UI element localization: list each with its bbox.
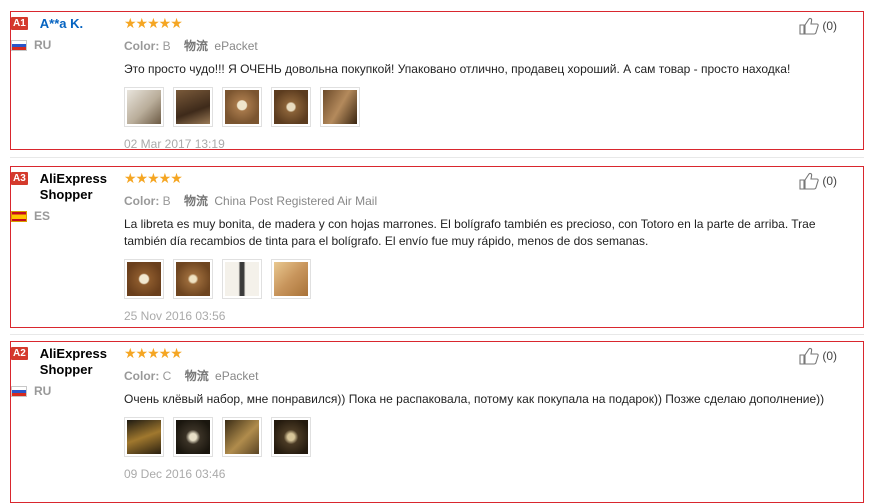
- helpful-count: (0): [822, 174, 837, 188]
- divider: [10, 157, 864, 158]
- helpful-button[interactable]: (0): [799, 347, 837, 365]
- review-card: A1 A**a K. RU ★★★★★ Color: B 物流 ePacket …: [10, 11, 864, 151]
- reviewer-country: RU: [11, 384, 123, 398]
- shipping-label: 物流: [184, 39, 209, 53]
- reviewer-level-badge: A3: [11, 172, 28, 185]
- review-photo-thumbnail[interactable]: [271, 417, 311, 457]
- color-label: Color:: [124, 39, 160, 53]
- review-card: A3 AliExpress Shopper ES ★★★★★ Color: B …: [10, 166, 864, 328]
- review-date: 09 Dec 2016 03:46: [124, 467, 226, 481]
- helpful-button[interactable]: (0): [799, 172, 837, 190]
- reviewer-level-badge: A1: [11, 17, 28, 30]
- review-photos: [124, 417, 859, 457]
- reviewer-info: A2 AliExpress Shopper RU: [11, 346, 123, 398]
- shipping-value: China Post Registered Air Mail: [214, 194, 378, 208]
- helpful-count: (0): [822, 349, 837, 363]
- review-text: Очень клёвый набор, мне понравился)) Пок…: [124, 392, 825, 406]
- review-photo-thumbnail[interactable]: [271, 259, 311, 299]
- helpful-count: (0): [822, 19, 837, 33]
- shipping-label: 物流: [184, 194, 209, 208]
- country-code: RU: [34, 384, 52, 398]
- review-photo-thumbnail[interactable]: [173, 259, 213, 299]
- review-text: La libreta es muy bonita, de madera y co…: [124, 217, 816, 248]
- review-photo-thumbnail[interactable]: [222, 87, 262, 127]
- review-photo-thumbnail[interactable]: [271, 87, 311, 127]
- thumbs-up-icon: [799, 347, 820, 365]
- review-content: ★★★★★ Color: C 物流 ePacket Очень клёвый н…: [124, 346, 859, 481]
- review-date: 02 Mar 2017 13:19: [124, 137, 225, 151]
- divider: [10, 334, 864, 335]
- review-photo-thumbnail[interactable]: [124, 417, 164, 457]
- review-content: ★★★★★ Color: B 物流 ePacket Это просто чуд…: [124, 16, 859, 151]
- shipping-label: 物流: [184, 369, 209, 383]
- color-label: Color:: [124, 369, 160, 383]
- order-info: Color: B 物流 ePacket: [124, 37, 859, 54]
- review-photo-thumbnail[interactable]: [222, 259, 262, 299]
- review-photos: [124, 87, 859, 127]
- review-date: 25 Nov 2016 03:56: [124, 309, 226, 323]
- helpful-button[interactable]: (0): [799, 17, 837, 35]
- review-photos: [124, 259, 859, 299]
- star-rating: ★★★★★: [124, 170, 183, 186]
- reviewer-country: RU: [11, 38, 123, 52]
- reviewer-name[interactable]: A**a K.: [40, 16, 83, 32]
- review-content: ★★★★★ Color: B 物流 China Post Registered …: [124, 171, 859, 323]
- thumbs-up-icon: [799, 172, 820, 190]
- reviewer-country: ES: [11, 209, 123, 223]
- star-rating: ★★★★★: [124, 15, 183, 31]
- reviewer-name: AliExpress Shopper: [39, 346, 107, 377]
- country-code: ES: [34, 209, 51, 223]
- shipping-value: ePacket: [215, 369, 259, 383]
- review-photo-thumbnail[interactable]: [173, 87, 213, 127]
- reviewer-name: AliExpress Shopper: [39, 171, 107, 202]
- reviewer-info: A3 AliExpress Shopper ES: [11, 171, 123, 223]
- flag-ru-icon: [11, 385, 27, 397]
- review-photo-thumbnail[interactable]: [222, 417, 262, 457]
- thumbs-up-icon: [799, 17, 820, 35]
- color-value: B: [162, 194, 171, 208]
- star-rating: ★★★★★: [124, 345, 183, 361]
- review-photo-thumbnail[interactable]: [320, 87, 360, 127]
- review-card: A2 AliExpress Shopper RU ★★★★★ Color: C …: [10, 341, 864, 503]
- review-photo-thumbnail[interactable]: [173, 417, 213, 457]
- reviewer-info: A1 A**a K. RU: [11, 16, 123, 52]
- flag-es-icon: [11, 210, 27, 222]
- review-text: Это просто чудо!!! Я ОЧЕНЬ довольна поку…: [124, 62, 791, 76]
- order-info: Color: B 物流 China Post Registered Air Ma…: [124, 192, 859, 209]
- color-label: Color:: [124, 194, 160, 208]
- shipping-value: ePacket: [214, 39, 258, 53]
- reviewer-level-badge: A2: [11, 347, 28, 360]
- color-value: C: [162, 369, 172, 383]
- review-photo-thumbnail[interactable]: [124, 259, 164, 299]
- country-code: RU: [34, 38, 52, 52]
- color-value: B: [162, 39, 171, 53]
- flag-ru-icon: [11, 39, 27, 51]
- order-info: Color: C 物流 ePacket: [124, 367, 859, 384]
- review-photo-thumbnail[interactable]: [124, 87, 164, 127]
